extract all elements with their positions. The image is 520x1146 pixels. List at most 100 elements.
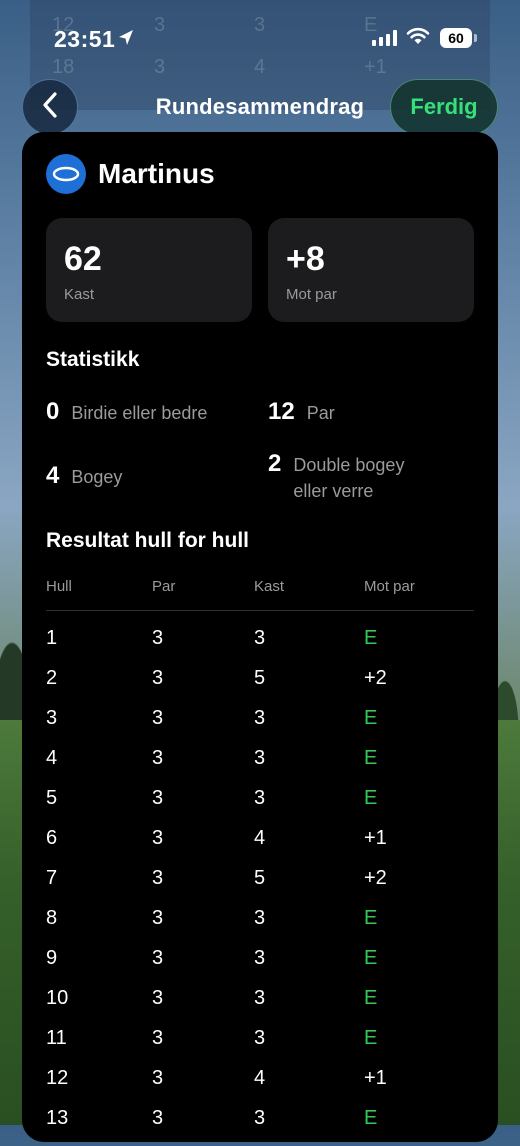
hole-number: 8 xyxy=(46,907,58,929)
column-par: Par xyxy=(152,578,176,595)
hole-par: 3 xyxy=(152,787,164,809)
birdie-count: 0 xyxy=(46,398,60,425)
hole-throws: 5 xyxy=(254,667,266,689)
hole-number: 5 xyxy=(46,787,58,809)
battery-icon: 60 xyxy=(440,28,472,48)
hole-throws: 4 xyxy=(254,1067,266,1089)
table-row: 11 3 3 E xyxy=(46,1026,474,1066)
hole-throws: 5 xyxy=(254,867,266,889)
hole-number: 13 xyxy=(46,1107,69,1129)
hole-throws: 3 xyxy=(254,707,266,729)
hole-number: 6 xyxy=(46,827,58,849)
round-summary-card: Martinus 62 Kast +8 Mot par Statistikk 0… xyxy=(22,132,498,1142)
hole-par: 3 xyxy=(152,667,164,689)
disc-icon xyxy=(46,154,86,194)
hole-par: 3 xyxy=(152,947,164,969)
hole-to-par: E xyxy=(364,707,378,729)
column-to-par: Mot par xyxy=(364,578,415,595)
hole-to-par: E xyxy=(364,747,378,769)
column-throws: Kast xyxy=(254,578,285,595)
table-row: 2 3 5 +2 xyxy=(46,666,474,706)
bogey-stat: 4 Bogey xyxy=(46,462,122,490)
hole-number: 4 xyxy=(46,747,58,769)
done-button[interactable]: Ferdig xyxy=(390,79,498,135)
player-name: Martinus xyxy=(98,158,215,189)
hole-par: 3 xyxy=(152,987,164,1009)
table-row: 10 3 3 E xyxy=(46,986,474,1026)
table-row: 4 3 3 E xyxy=(46,746,474,786)
location-arrow-icon xyxy=(118,29,134,52)
birdie-label: Birdie eller bedre xyxy=(71,403,208,423)
table-row: 9 3 3 E xyxy=(46,946,474,986)
hole-throws: 3 xyxy=(254,907,266,929)
double-bogey-stat: 2 Double bogey eller verre xyxy=(268,450,433,504)
hole-results-table: 1 3 3 E 2 3 5 +2 3 3 3 E 4 3 3 E 5 3 3 E 6 3 4 +1 7 3 5 +2 8 3 3 E 9 3 3 E 1… xyxy=(46,626,474,1146)
hole-par: 3 xyxy=(152,827,164,849)
hole-throws: 3 xyxy=(254,787,266,809)
hole-par: 3 xyxy=(152,1107,164,1129)
hole-throws: 3 xyxy=(254,627,266,649)
to-par-label: Mot par xyxy=(286,286,337,303)
hole-to-par: +1 xyxy=(364,827,387,849)
hole-to-par: E xyxy=(364,787,378,809)
to-par-summary: +8 Mot par xyxy=(268,218,474,322)
hole-to-par: +2 xyxy=(364,867,387,889)
bogey-label: Bogey xyxy=(71,467,123,487)
table-row: 8 3 3 E xyxy=(46,906,474,946)
hole-par: 3 xyxy=(152,867,164,889)
statistics-title: Statistikk xyxy=(46,348,140,371)
hole-number: 1 xyxy=(46,627,58,649)
hole-throws: 4 xyxy=(254,827,266,849)
hole-throws: 3 xyxy=(254,1027,266,1049)
throws-value: 62 xyxy=(64,240,102,278)
battery-tip xyxy=(474,34,477,42)
par-label: Par xyxy=(306,403,335,423)
wifi-icon xyxy=(406,27,430,50)
hole-throws: 3 xyxy=(254,747,266,769)
hole-to-par: E xyxy=(364,1027,378,1049)
hole-number: 11 xyxy=(46,1027,67,1049)
hole-par: 3 xyxy=(152,907,164,929)
to-par-value: +8 xyxy=(286,240,325,278)
status-bar: 23:51 60 xyxy=(0,0,520,78)
status-time: 23:51 xyxy=(54,26,116,52)
throws-label: Kast xyxy=(64,286,95,303)
table-row: 3 3 3 E xyxy=(46,706,474,746)
column-hole: Hull xyxy=(46,578,72,595)
hole-to-par: E xyxy=(364,947,378,969)
hole-to-par: +2 xyxy=(364,667,387,689)
hole-par: 3 xyxy=(152,1027,164,1049)
birdie-stat: 0 Birdie eller bedre xyxy=(46,398,207,426)
par-stat: 12 Par xyxy=(268,398,335,426)
hole-number: 10 xyxy=(46,987,69,1009)
hole-to-par: E xyxy=(364,987,378,1009)
hole-to-par: E xyxy=(364,907,378,929)
throws-summary: 62 Kast xyxy=(46,218,252,322)
hole-number: 12 xyxy=(46,1067,69,1089)
hole-results-title: Resultat hull for hull xyxy=(46,529,249,552)
hole-par: 3 xyxy=(152,707,164,729)
hole-number: 9 xyxy=(46,947,58,969)
table-row: 7 3 5 +2 xyxy=(46,866,474,906)
double-bogey-count: 2 xyxy=(268,450,282,477)
table-row: 5 3 3 E xyxy=(46,786,474,826)
hole-par: 3 xyxy=(152,1067,164,1089)
hole-to-par: E xyxy=(364,627,378,649)
hole-to-par: E xyxy=(364,1107,378,1129)
table-row: 13 3 3 E xyxy=(46,1106,474,1146)
hole-par: 3 xyxy=(152,747,164,769)
double-bogey-label: Double bogey eller verre xyxy=(293,455,405,501)
cellular-signal-icon xyxy=(372,30,397,46)
hole-to-par: +1 xyxy=(364,1067,387,1089)
hole-throws: 3 xyxy=(254,1107,266,1129)
hole-number: 2 xyxy=(46,667,58,689)
table-row: 6 3 4 +1 xyxy=(46,826,474,866)
hole-number: 3 xyxy=(46,707,58,729)
hole-number: 7 xyxy=(46,867,58,889)
bogey-count: 4 xyxy=(46,462,60,489)
hole-par: 3 xyxy=(152,627,164,649)
hole-throws: 3 xyxy=(254,947,266,969)
table-row: 12 3 4 +1 xyxy=(46,1066,474,1106)
table-row: 1 3 3 E xyxy=(46,626,474,666)
hole-throws: 3 xyxy=(254,987,266,1009)
